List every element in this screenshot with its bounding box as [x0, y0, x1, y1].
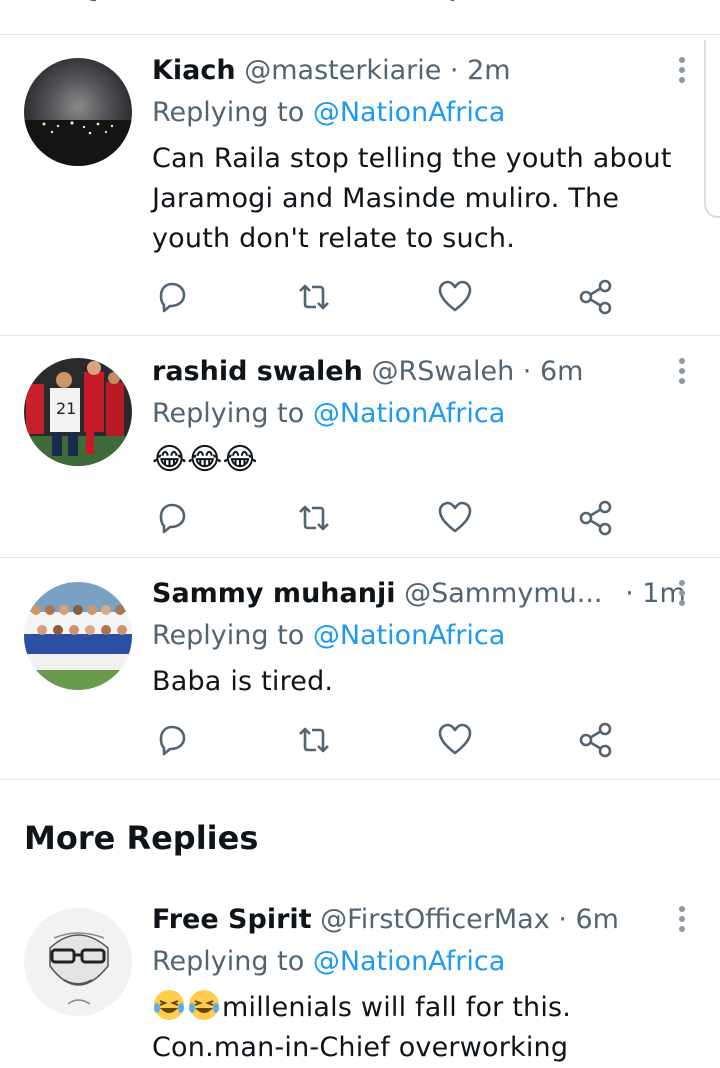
avatar[interactable] [24, 58, 132, 166]
separator: · [625, 578, 634, 609]
share-icon[interactable] [652, 0, 678, 4]
reply-icon[interactable] [152, 277, 192, 317]
tweet-header: Kiach @masterkiarie · 2m [152, 53, 511, 89]
replying-to-label: Replying to [152, 398, 305, 429]
retweet-icon[interactable] [294, 277, 334, 317]
separator: · [449, 55, 459, 86]
tweet-text-line1: millenials will fall for this. [222, 992, 572, 1023]
reply-icon[interactable] [80, 0, 106, 4]
tweet-text: 😂😂😂 [152, 442, 258, 477]
share-icon[interactable] [576, 277, 616, 317]
tweet-text: millenials will fall for this. Con.man-i… [152, 988, 702, 1068]
replying-to-label: Replying to [152, 620, 305, 651]
mention-link[interactable]: @NationAfrica [313, 97, 505, 128]
tweet-text: Baba is tired. [152, 666, 334, 697]
like-icon[interactable] [435, 720, 475, 760]
more-replies-heading: More Replies [24, 819, 259, 857]
mention-link[interactable]: @NationAfrica [313, 620, 505, 651]
user-handle[interactable]: @RSwaleh [371, 356, 514, 387]
svg-text:21: 21 [56, 399, 76, 418]
user-handle[interactable]: @FirstOfficerMax [320, 904, 550, 935]
tweet[interactable]: Kiach @masterkiarie · 2m Replying to @Na… [0, 35, 720, 336]
retweet-icon[interactable] [294, 720, 334, 760]
avatar[interactable]: 21 [24, 358, 132, 466]
replying-to: Replying to @NationAfrica [152, 396, 505, 432]
tweet-text: Can Raila stop telling the youth about J… [152, 143, 672, 254]
user-handle[interactable]: @Sammymu... [404, 578, 602, 609]
tweet-header: rashid swaleh @RSwaleh · 6m [152, 354, 583, 390]
tweet[interactable]: 21 rashid swaleh @RSwaleh · 6m Replying … [0, 336, 720, 558]
replying-to-label: Replying to [152, 946, 305, 977]
more-options-icon[interactable] [676, 358, 688, 386]
replying-to-label: Replying to [152, 97, 305, 128]
timestamp[interactable]: 2m [467, 55, 510, 86]
tweet-actions [152, 498, 622, 538]
replying-to: Replying to @NationAfrica [152, 944, 505, 980]
display-name[interactable]: Sammy muhanji [152, 578, 395, 609]
display-name[interactable]: Kiach [152, 55, 236, 86]
timestamp[interactable]: 6m [576, 904, 619, 935]
laughing-emoji-icon [189, 990, 219, 1020]
separator: · [522, 356, 532, 387]
tweet-actions [152, 720, 622, 760]
mention-link[interactable]: @NationAfrica [313, 398, 505, 429]
avatar[interactable] [24, 582, 132, 690]
avatar[interactable] [24, 908, 132, 1016]
tweet[interactable]: Sammy muhanji @Sammymu... · 1m Replying … [0, 558, 720, 780]
reply-icon[interactable] [152, 720, 192, 760]
more-options-icon[interactable] [676, 580, 688, 608]
laughing-emoji-icon [154, 990, 184, 1020]
separator: · [558, 904, 567, 935]
tweet-header: Free Spirit @FirstOfficerMax · 6m [152, 902, 619, 938]
tweet-actions [152, 277, 622, 317]
more-options-icon[interactable] [676, 57, 688, 85]
display-name[interactable]: Free Spirit [152, 904, 312, 935]
mention-link[interactable]: @NationAfrica [313, 946, 505, 977]
tweet-text-line2: Con.man-in-Chief overworking [152, 1032, 569, 1063]
share-icon[interactable] [576, 720, 616, 760]
tweet[interactable]: Free Spirit @FirstOfficerMax · 6m Replyi… [0, 884, 720, 1064]
replying-to: Replying to @NationAfrica [152, 95, 505, 131]
user-handle[interactable]: @masterkiarie [244, 55, 441, 86]
like-icon[interactable] [435, 277, 475, 317]
tweet-header: Sammy muhanji @Sammymu... · 1m [152, 576, 686, 612]
share-icon[interactable] [576, 498, 616, 538]
like-icon[interactable] [435, 498, 475, 538]
timestamp[interactable]: 6m [540, 356, 583, 387]
replying-to: Replying to @NationAfrica [152, 618, 505, 654]
reply-icon[interactable] [152, 498, 192, 538]
previous-tweet-actions [0, 0, 720, 35]
like-icon[interactable] [440, 0, 466, 4]
more-options-icon[interactable] [676, 906, 688, 934]
display-name[interactable]: rashid swaleh [152, 356, 363, 387]
retweet-icon[interactable] [258, 0, 284, 4]
retweet-icon[interactable] [294, 498, 334, 538]
